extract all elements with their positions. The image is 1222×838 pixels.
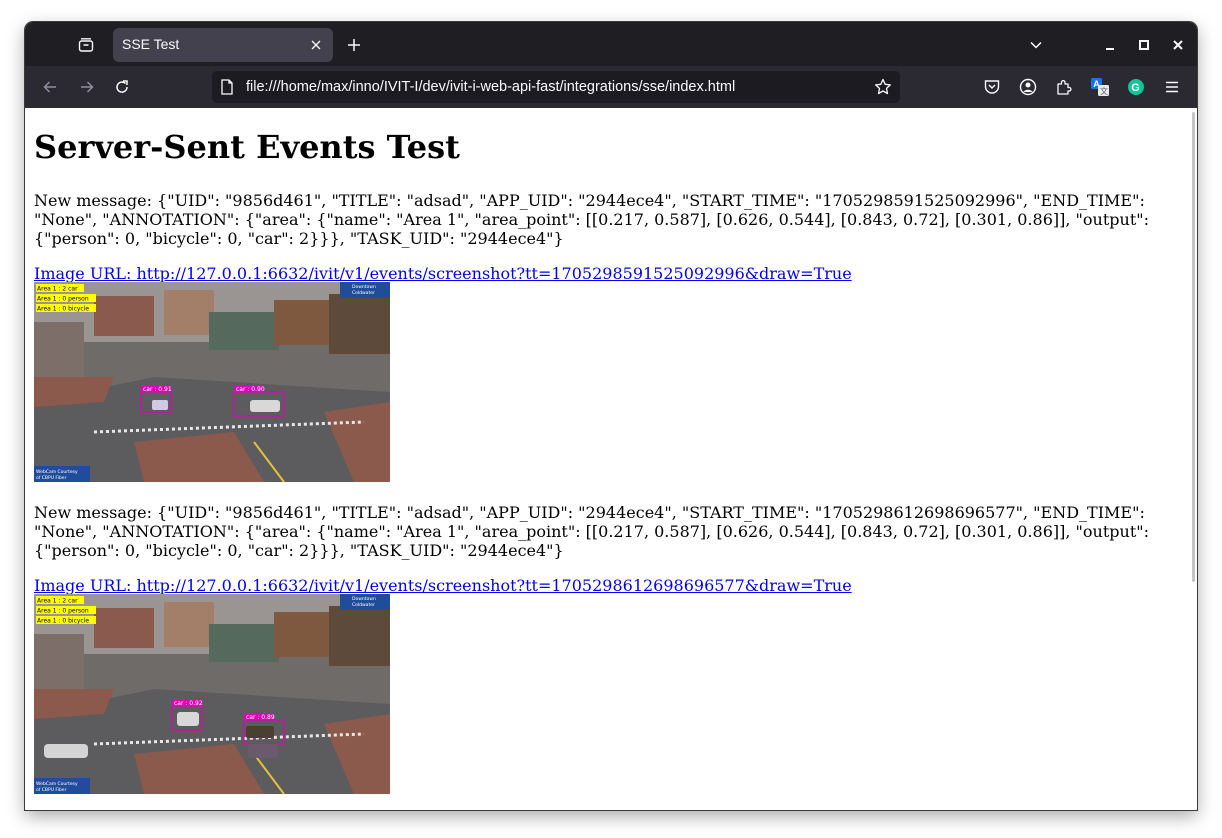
reload-icon[interactable] xyxy=(109,74,135,100)
webcam-credit: WebCam Courtesy xyxy=(36,469,78,475)
webcam-credit: WebCam Courtesy xyxy=(36,781,78,787)
scrollbar[interactable] xyxy=(1192,112,1195,582)
menu-icon[interactable] xyxy=(1160,75,1184,99)
area-count-label: Area 1 : 0 person xyxy=(37,296,89,303)
minimize-icon[interactable] xyxy=(1099,34,1121,56)
star-icon[interactable] xyxy=(874,78,892,100)
detection-label: car : 0.92 xyxy=(174,700,203,707)
detection-label: car : 0.89 xyxy=(246,714,275,721)
detection-label: car : 0.90 xyxy=(236,386,265,393)
account-icon[interactable] xyxy=(1016,75,1040,99)
area-count-label: Area 1 : 0 person xyxy=(37,608,89,615)
maximize-icon[interactable] xyxy=(1133,34,1155,56)
webcam-credit: of CBPU Fiber xyxy=(36,475,67,481)
webcam-credit: of CBPU Fiber xyxy=(36,787,67,793)
webcam-badge: Downtown xyxy=(352,284,376,290)
svg-text:文: 文 xyxy=(1100,86,1108,96)
area-count-label: Area 1 : 0 bicycle xyxy=(37,618,89,625)
tab-bar: SSE Test xyxy=(25,22,1197,66)
area-count-label: Area 1 : 0 bicycle xyxy=(37,306,89,313)
screenshot-link[interactable]: Image URL: http://127.0.0.1:6632/ivit/v1… xyxy=(34,576,852,595)
svg-text:G: G xyxy=(1131,82,1140,94)
pocket-icon[interactable] xyxy=(980,75,1004,99)
event-message: New message: {"UID": "9856d461", "TITLE"… xyxy=(34,191,1149,248)
grammarly-icon[interactable]: G xyxy=(1124,75,1148,99)
page-content[interactable]: Server-Sent Events Test New message: {"U… xyxy=(25,108,1197,810)
detection-label: car : 0.91 xyxy=(143,386,172,393)
webcam-badge: Coldwater xyxy=(352,290,375,296)
plus-icon[interactable] xyxy=(343,34,365,56)
tab-sse-test[interactable]: SSE Test xyxy=(113,28,333,62)
page-icon xyxy=(220,79,234,99)
area-count-label: Area 1 : 2 car xyxy=(37,598,78,605)
translate-icon[interactable]: A文 xyxy=(1088,75,1112,99)
tab-title: SSE Test xyxy=(122,36,180,52)
extensions-icon[interactable] xyxy=(1052,75,1076,99)
browser-window: SSE Test file:///home/max/inno/IVIT-I/de… xyxy=(25,22,1197,810)
screenshot-link[interactable]: Image URL: http://127.0.0.1:6632/ivit/v1… xyxy=(34,264,852,283)
forward-icon[interactable] xyxy=(74,74,100,100)
url-text[interactable]: file:///home/max/inno/IVIT-I/dev/ivit-i-… xyxy=(246,79,735,95)
close-icon[interactable] xyxy=(307,36,325,54)
event-screenshot-image[interactable]: car : 0.92 car : 0.89 Area 1 : 2 car Are… xyxy=(34,594,390,794)
tab-list-icon[interactable] xyxy=(73,32,99,58)
page-title: Server-Sent Events Test xyxy=(34,128,460,166)
webcam-badge: Coldwater xyxy=(352,602,375,608)
nav-toolbar: file:///home/max/inno/IVIT-I/dev/ivit-i-… xyxy=(25,66,1197,108)
chevron-down-icon[interactable] xyxy=(1025,34,1047,56)
back-icon[interactable] xyxy=(37,74,63,100)
url-bar[interactable]: file:///home/max/inno/IVIT-I/dev/ivit-i-… xyxy=(212,71,900,103)
event-screenshot-image[interactable]: car : 0.91 car : 0.90 Area 1 : 2 car Are… xyxy=(34,282,390,482)
area-count-label: Area 1 : 2 car xyxy=(37,286,78,293)
event-message: New message: {"UID": "9856d461", "TITLE"… xyxy=(34,503,1149,560)
close-icon[interactable] xyxy=(1167,34,1189,56)
webcam-badge: Downtown xyxy=(352,596,376,602)
